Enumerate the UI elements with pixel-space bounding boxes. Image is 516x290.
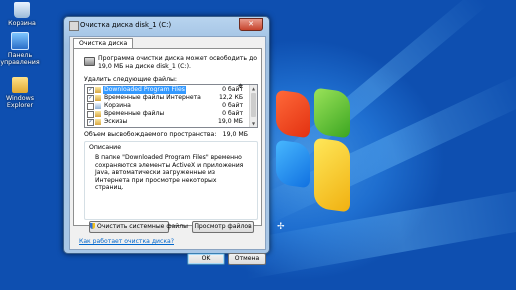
list-item[interactable]: Временные файлы 0 байт: [85, 110, 257, 118]
uac-shield-icon: [90, 223, 95, 229]
desktop-icon-label: Панель управления: [0, 52, 40, 66]
disk-cleanup-window: Очистка диска disk_1 (C:) ✕ Очистка диск…: [63, 16, 270, 265]
help-link[interactable]: Как работает очистка диска?: [79, 238, 174, 245]
checkbox[interactable]: [87, 111, 94, 118]
clean-system-files-button[interactable]: Очистить системные файлы: [89, 221, 188, 233]
tab-panel: Программа очистки диска может освободить…: [73, 48, 262, 233]
checkbox[interactable]: ✓: [87, 95, 94, 102]
description-text: В папке "Downloaded Program Files" време…: [95, 154, 244, 191]
list-item[interactable]: ✓ Downloaded Program Files 0 байт: [85, 86, 257, 94]
list-item[interactable]: ✓ Временные файлы Интернета 12,2 КБ: [85, 94, 257, 102]
scroll-down-icon[interactable]: ▼: [250, 120, 257, 127]
title-bar[interactable]: Очистка диска disk_1 (C:) ✕: [64, 17, 269, 33]
desktop-icon-label: Windows Explorer: [5, 95, 35, 109]
info-text: Программа очистки диска может освободить…: [98, 55, 258, 70]
desktop-icon-windows-explorer[interactable]: Windows Explorer: [0, 77, 40, 109]
desktop-icon-control-panel[interactable]: Панель управления: [0, 32, 40, 66]
description-title: Описание: [89, 144, 122, 151]
windows-logo-icon: [272, 82, 354, 232]
scroll-thumb[interactable]: [251, 93, 256, 117]
window-body: Очистка диска Программа очистки диска мо…: [69, 36, 266, 265]
folder-icon: [95, 87, 101, 93]
view-files-button[interactable]: Просмотр файлов: [192, 221, 254, 233]
list-scrollbar[interactable]: ▲ ▼: [249, 85, 257, 127]
files-list[interactable]: ✓ Downloaded Program Files 0 байт ✓ Врем…: [84, 84, 258, 128]
scroll-up-icon[interactable]: ▲: [250, 85, 257, 92]
close-button[interactable]: ✕: [239, 18, 263, 31]
checkbox[interactable]: ✓: [87, 119, 94, 126]
recycle-bin-icon: [95, 103, 101, 109]
disk-cleanup-icon: [69, 21, 79, 31]
window-title: Очистка диска disk_1 (C:): [80, 21, 172, 29]
folder-icon: [95, 119, 101, 125]
list-item[interactable]: ✓ Эскизы 19,0 МБ: [85, 118, 257, 126]
total-space-label: Объем высвобождаемого пространства:: [84, 131, 217, 138]
desktop-icon-recycle-bin[interactable]: Корзина: [2, 2, 42, 27]
folder-icon: [95, 111, 101, 117]
windows-explorer-icon: [12, 77, 28, 93]
hard-drive-icon: [84, 57, 95, 66]
ok-button[interactable]: OK: [187, 253, 225, 265]
busy-cursor-icon: ✢: [277, 222, 285, 232]
checkbox[interactable]: ✓: [87, 87, 94, 94]
list-item[interactable]: Корзина 0 байт: [85, 102, 257, 110]
desktop-icon-label: Корзина: [8, 20, 36, 27]
files-to-delete-label: Удалить следующие файлы:: [84, 76, 177, 83]
mouse-cursor-icon: ⌖: [238, 82, 244, 92]
cancel-button[interactable]: Отмена: [228, 253, 266, 265]
recycle-bin-icon: [14, 2, 30, 18]
description-group: Описание В папке "Downloaded Program Fil…: [84, 141, 258, 220]
checkbox[interactable]: [87, 103, 94, 110]
folder-icon: [95, 95, 101, 101]
total-space-value: 19,0 МБ: [222, 131, 248, 138]
control-panel-icon: [11, 32, 29, 50]
